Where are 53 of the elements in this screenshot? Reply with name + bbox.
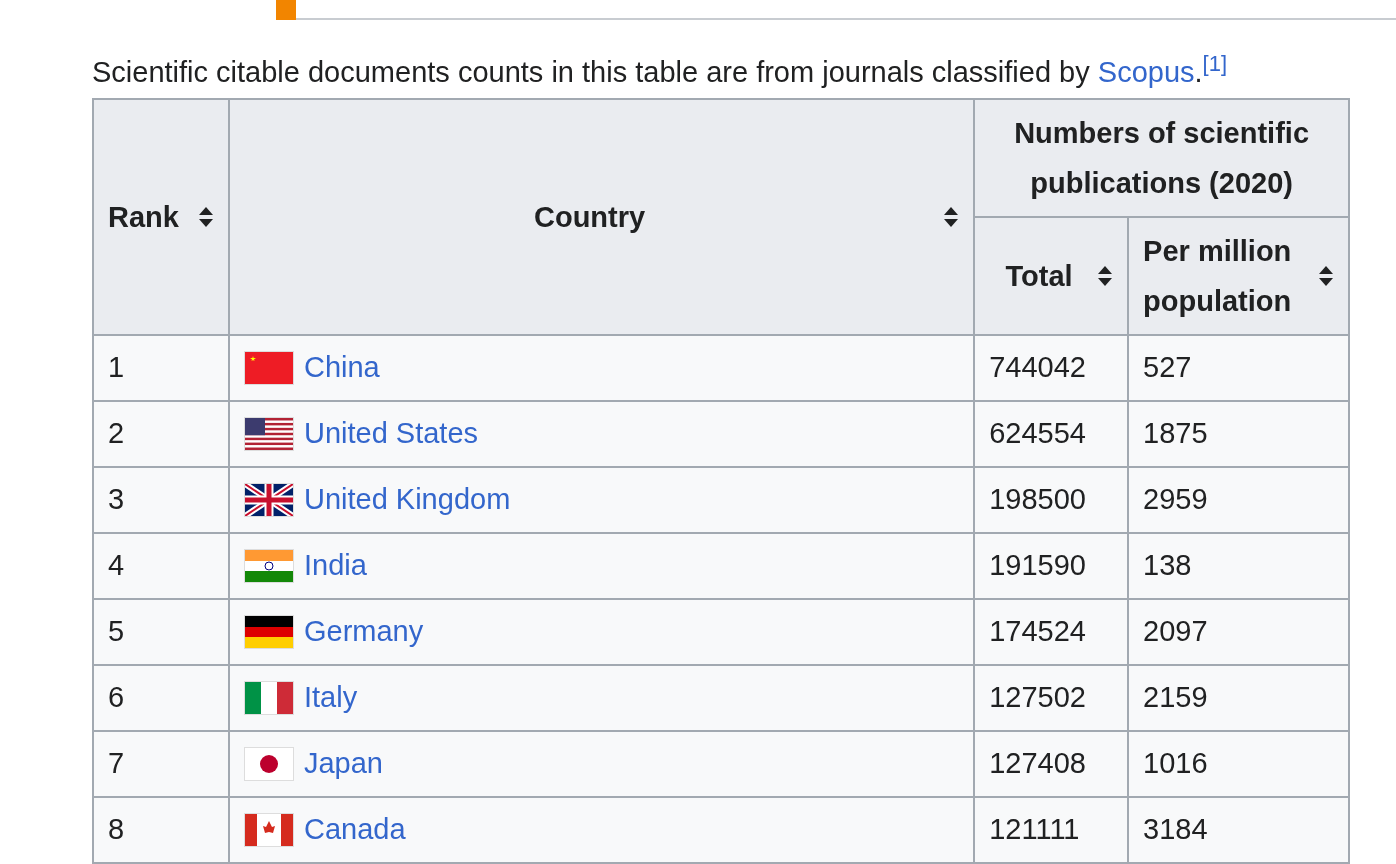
rank-cell: 8: [108, 813, 125, 846]
per-million-cell: 3184: [1143, 813, 1208, 846]
total-cell: 174524: [989, 615, 1086, 648]
per-million-cell: 1875: [1143, 417, 1208, 450]
rank-cell: 1: [108, 351, 125, 384]
total-cell: 121111: [989, 813, 1080, 846]
total-cell: 127408: [989, 747, 1086, 780]
total-cell: 191590: [989, 549, 1086, 582]
column-header: Country: [532, 199, 647, 235]
sort-icon[interactable]: [1318, 264, 1334, 287]
flag-icon: [243, 350, 294, 385]
flag-icon: [243, 416, 294, 451]
per-million-cell: 138: [1143, 549, 1192, 582]
flag-icon: [243, 746, 294, 781]
rank-cell: 2: [108, 417, 125, 450]
total-cell: 624554: [989, 417, 1086, 450]
per-million-cell: 2159: [1143, 681, 1208, 714]
sort-icon[interactable]: [197, 205, 214, 228]
per-million-cell: 2959: [1143, 483, 1208, 516]
flag-icon: [243, 680, 294, 715]
country-link[interactable]: United Kingdom: [303, 483, 511, 517]
rank-cell: 4: [108, 549, 125, 582]
rank-cell: 5: [108, 615, 125, 648]
sort-icon[interactable]: [1097, 264, 1114, 287]
rank-cell: 3: [108, 483, 125, 516]
country-link[interactable]: Japan: [303, 747, 383, 781]
scopus-link[interactable]: Scopus: [1097, 55, 1195, 88]
country-link[interactable]: Germany: [303, 615, 424, 649]
sort-icon[interactable]: [943, 205, 960, 228]
column-header: Rank: [108, 199, 180, 235]
group-header: Numbers of scientific publications (2020): [1014, 116, 1310, 199]
tab-marker: [276, 0, 296, 20]
country-link[interactable]: Canada: [303, 813, 406, 847]
total-cell: 744042: [989, 351, 1086, 384]
column-header: Per million population: [1143, 233, 1293, 319]
intro-text: Scientific citable documents counts in this table are from journals classified by Scopus.$^{[1]}$: [92, 50, 1229, 90]
country-link[interactable]: Italy: [303, 681, 358, 715]
flag-icon: [243, 614, 294, 649]
rank-cell: 6: [108, 681, 125, 714]
column-header: Total: [1004, 258, 1074, 294]
country-link[interactable]: United States: [303, 417, 479, 451]
total-cell: 127502: [989, 681, 1086, 714]
country-link[interactable]: India: [303, 549, 367, 583]
per-million-cell: 527: [1143, 351, 1192, 384]
total-cell: 198500: [989, 483, 1086, 516]
country-link[interactable]: China: [303, 351, 380, 385]
per-million-cell: 2097: [1143, 615, 1208, 648]
reference-link[interactable]: [1]: [1202, 51, 1228, 76]
flag-icon: [243, 812, 294, 847]
per-million-cell: 1016: [1143, 747, 1208, 780]
flag-icon: [243, 548, 294, 583]
rank-cell: 7: [108, 747, 125, 780]
flag-icon: [243, 482, 294, 517]
